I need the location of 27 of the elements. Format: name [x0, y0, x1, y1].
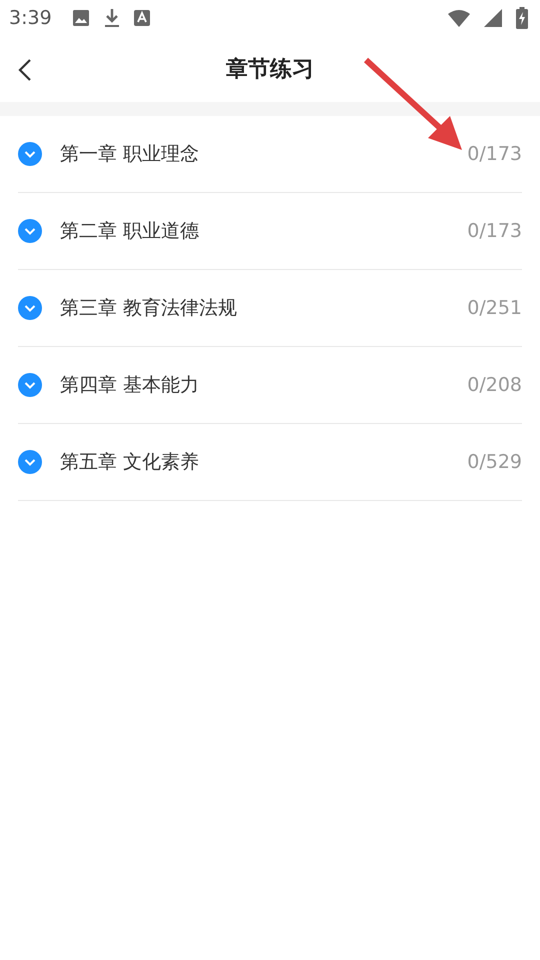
chapter-row[interactable]: 第三章 教育法律法规 0/251 — [18, 270, 522, 347]
font-icon — [134, 10, 150, 26]
chapter-title: 第四章 基本能力 — [60, 373, 200, 398]
battery-charging-icon — [516, 7, 528, 29]
chevron-down-icon — [18, 219, 42, 243]
chevron-down-icon — [18, 296, 42, 320]
chevron-down-icon — [18, 373, 42, 397]
status-time: 3:39 — [9, 7, 52, 29]
download-icon — [104, 8, 120, 28]
chevron-down-icon — [18, 450, 42, 474]
wifi-icon — [448, 9, 470, 27]
question-count: 0/173 — [467, 143, 522, 165]
question-count: 0/251 — [467, 297, 522, 319]
page-title: 章节练习 — [226, 56, 314, 84]
chapter-row[interactable]: 第四章 基本能力 0/208 — [18, 347, 522, 424]
chapter-row[interactable]: 第五章 文化素养 0/529 — [18, 424, 522, 501]
chapter-title: 第五章 文化素养 — [60, 450, 200, 475]
question-count: 0/173 — [467, 220, 522, 242]
signal-icon — [484, 9, 502, 27]
chapter-title: 第二章 职业道德 — [60, 219, 200, 244]
image-icon — [72, 9, 90, 27]
chapter-row[interactable]: 第二章 职业道德 0/173 — [18, 193, 522, 270]
chevron-down-icon — [18, 142, 42, 166]
question-count: 0/208 — [467, 374, 522, 396]
question-count: 0/529 — [467, 451, 522, 473]
chapter-title: 第一章 职业理念 — [60, 142, 200, 167]
chapter-title: 第三章 教育法律法规 — [60, 296, 238, 321]
